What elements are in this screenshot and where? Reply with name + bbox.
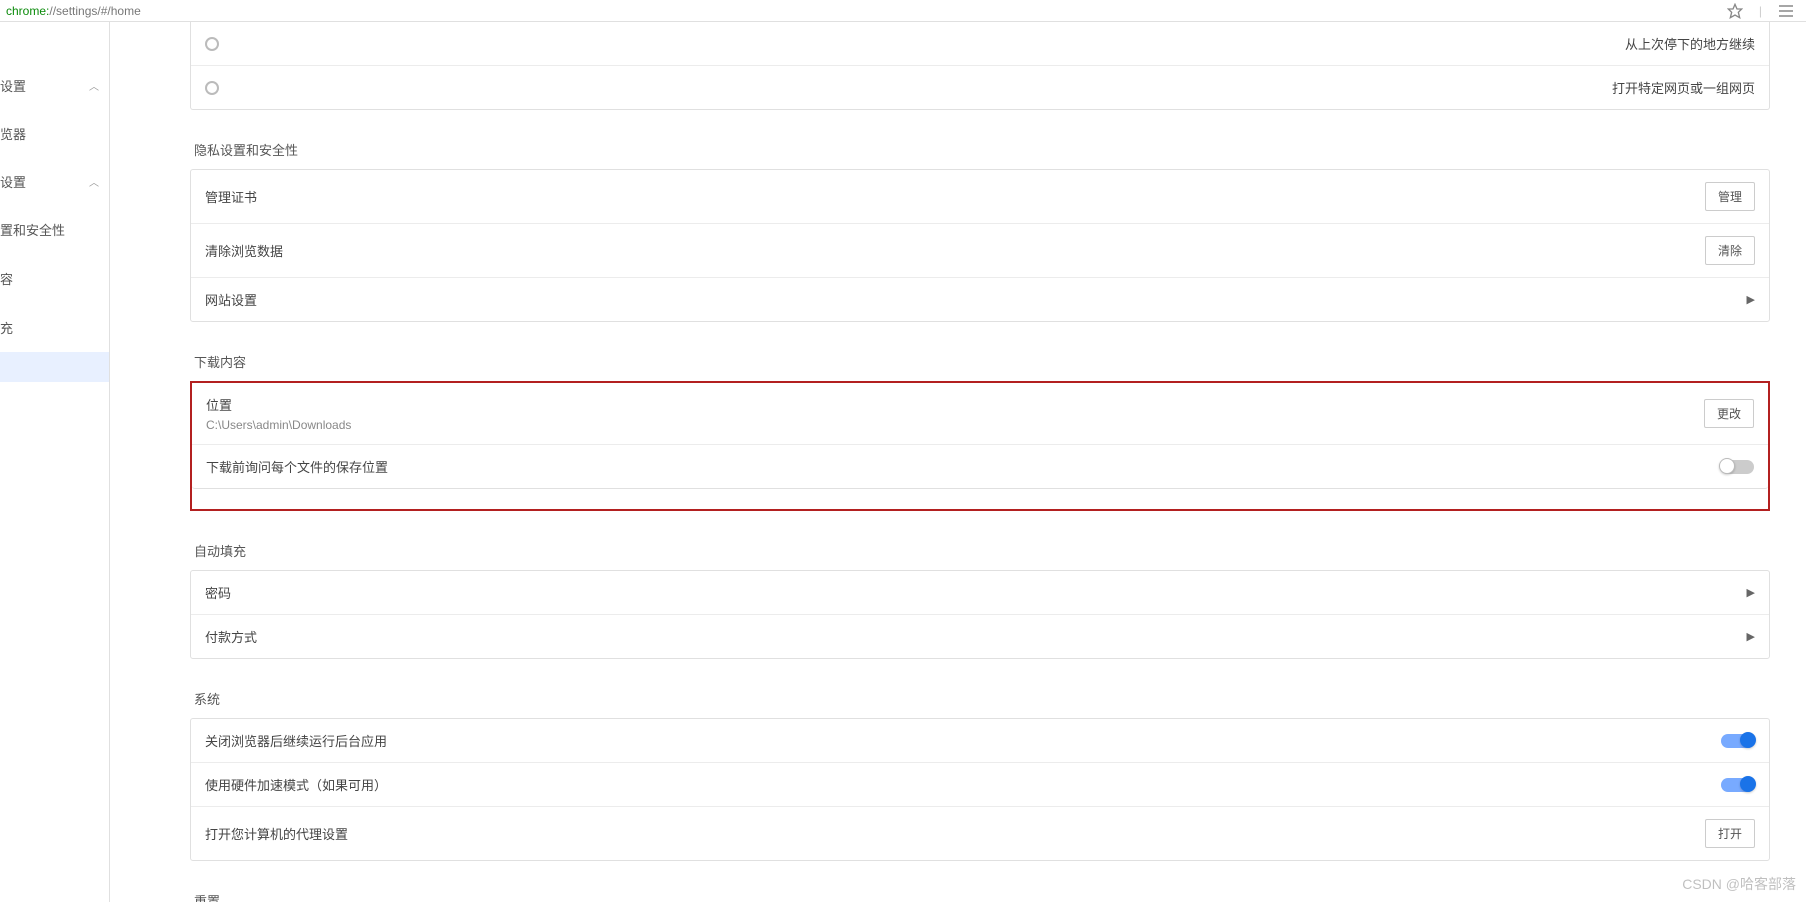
row-payment[interactable]: 付款方式 ▶ [191, 614, 1769, 658]
url-scheme: chrome: [6, 4, 49, 18]
row-label: 清除浏览数据 [205, 241, 283, 260]
section-title-system: 系统 [194, 689, 1770, 708]
chevron-up-icon: ︿ [89, 174, 99, 189]
row-proxy: 打开您计算机的代理设置 打开 [191, 806, 1769, 860]
location-label: 位置 [206, 395, 351, 414]
sidebar-item-autofill[interactable]: 充 [0, 303, 109, 352]
row-label: 付款方式 [205, 627, 257, 646]
row-label: 下载前询问每个文件的保存位置 [206, 457, 388, 476]
startup-option-continue[interactable]: 从上次停下的地方继续 [191, 22, 1769, 65]
address-bar[interactable]: chrome://settings/#/home | [0, 0, 1806, 22]
address-right: | [1727, 3, 1800, 19]
manage-button[interactable]: 管理 [1705, 182, 1755, 211]
system-card: 关闭浏览器后继续运行后台应用 使用硬件加速模式（如果可用） 打开您计算机的代理设… [190, 718, 1770, 861]
toggle-knob [1740, 732, 1756, 748]
clear-button[interactable]: 清除 [1705, 236, 1755, 265]
section-title-downloads: 下载内容 [194, 352, 1770, 371]
page: 设置 ︿ 览器 设置 ︿ 置和安全性 容 充 从上次停下的地方继续 [0, 22, 1806, 902]
row-label: 密码 [205, 583, 231, 602]
row-clear-data: 清除浏览数据 清除 [191, 223, 1769, 277]
row-label: 使用硬件加速模式（如果可用） [205, 775, 387, 794]
section-title-privacy: 隐私设置和安全性 [194, 140, 1770, 159]
bg-apps-toggle[interactable] [1721, 734, 1755, 748]
hw-accel-toggle[interactable] [1721, 778, 1755, 792]
downloads-card: 位置 C:\Users\admin\Downloads 更改 下载前询问每个文件… [192, 383, 1768, 489]
startup-card: 从上次停下的地方继续 打开特定网页或一组网页 [190, 22, 1770, 110]
row-ask-location: 下载前询问每个文件的保存位置 [192, 444, 1768, 488]
sidebar-head-settings-2[interactable]: 设置 ︿ [0, 158, 109, 205]
sidebar-head-label: 设置 [0, 172, 26, 191]
row-hw-accel: 使用硬件加速模式（如果可用） [191, 762, 1769, 806]
option-label: 从上次停下的地方继续 [1625, 34, 1755, 53]
chevron-right-icon: ▶ [1747, 630, 1755, 643]
radio-icon [205, 37, 219, 51]
toggle-knob [1740, 776, 1756, 792]
row-left: 位置 C:\Users\admin\Downloads [206, 395, 351, 432]
bookmark-star-icon[interactable] [1727, 3, 1743, 19]
autofill-card: 密码 ▶ 付款方式 ▶ [190, 570, 1770, 659]
row-password[interactable]: 密码 ▶ [191, 571, 1769, 614]
sidebar-head-settings-1[interactable]: 设置 ︿ [0, 62, 109, 109]
sidebar-group-2: 设置 ︿ 置和安全性 容 充 [0, 158, 109, 382]
sidebar-item-privacy[interactable]: 置和安全性 [0, 205, 109, 254]
divider: | [1759, 4, 1762, 18]
chevron-right-icon: ▶ [1747, 586, 1755, 599]
row-label: 网站设置 [205, 290, 257, 309]
row-manage-certs: 管理证书 管理 [191, 170, 1769, 223]
sidebar-item-browser[interactable]: 览器 [0, 109, 109, 158]
chevron-up-icon: ︿ [89, 78, 99, 93]
row-site-settings[interactable]: 网站设置 ▶ [191, 277, 1769, 321]
url-path: //settings/#/home [49, 4, 140, 18]
row-download-location: 位置 C:\Users\admin\Downloads 更改 [192, 383, 1768, 444]
change-button[interactable]: 更改 [1704, 399, 1754, 428]
downloads-highlight: 位置 C:\Users\admin\Downloads 更改 下载前询问每个文件… [190, 381, 1770, 511]
sidebar-item-active[interactable] [0, 352, 109, 382]
privacy-card: 管理证书 管理 清除浏览数据 清除 网站设置 ▶ [190, 169, 1770, 322]
toggle-knob [1719, 458, 1735, 474]
open-button[interactable]: 打开 [1705, 819, 1755, 848]
sidebar: 设置 ︿ 览器 设置 ︿ 置和安全性 容 充 [0, 22, 110, 902]
content: 从上次停下的地方继续 打开特定网页或一组网页 隐私设置和安全性 管理证书 管理 … [110, 22, 1806, 902]
sidebar-group-1: 设置 ︿ 览器 [0, 62, 109, 158]
option-label: 打开特定网页或一组网页 [1612, 78, 1755, 97]
chevron-right-icon: ▶ [1747, 293, 1755, 306]
location-value: C:\Users\admin\Downloads [206, 418, 351, 432]
sidebar-item-content[interactable]: 容 [0, 254, 109, 303]
sidebar-head-label: 设置 [0, 76, 26, 95]
row-label: 打开您计算机的代理设置 [205, 824, 348, 843]
radio-icon [205, 81, 219, 95]
section-title-autofill: 自动填充 [194, 541, 1770, 560]
row-bg-apps: 关闭浏览器后继续运行后台应用 [191, 719, 1769, 762]
menu-icon[interactable] [1778, 4, 1794, 18]
row-label: 管理证书 [205, 187, 257, 206]
section-title-reset: 重置 [194, 891, 1770, 902]
ask-toggle[interactable] [1720, 460, 1754, 474]
startup-option-pages[interactable]: 打开特定网页或一组网页 [191, 65, 1769, 109]
row-label: 关闭浏览器后继续运行后台应用 [205, 731, 387, 750]
